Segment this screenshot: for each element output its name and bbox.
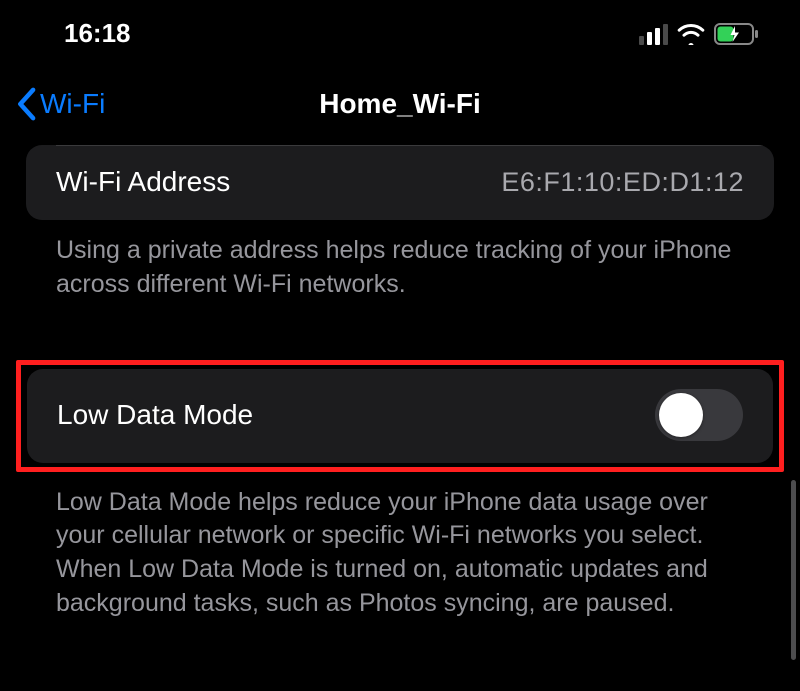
wifi-address-label: Wi-Fi Address — [56, 166, 230, 198]
wifi-address-footer: Using a private address helps reduce tra… — [26, 220, 774, 302]
low-data-mode-footer: Low Data Mode helps reduce your iPhone d… — [26, 472, 774, 621]
status-bar: 16:18 — [0, 0, 800, 61]
toggle-knob — [659, 393, 703, 437]
page-title: Home_Wi-Fi — [0, 88, 800, 120]
wifi-address-row[interactable]: Wi-Fi Address E6:F1:10:ED:D1:12 — [26, 146, 774, 220]
low-data-mode-row[interactable]: Low Data Mode — [27, 369, 773, 463]
scroll-indicator[interactable] — [791, 480, 796, 660]
wifi-address-group: Wi-Fi Address E6:F1:10:ED:D1:12 — [26, 145, 774, 220]
chevron-left-icon — [16, 87, 36, 121]
wifi-address-value: E6:F1:10:ED:D1:12 — [501, 167, 744, 198]
status-time: 16:18 — [64, 18, 131, 49]
low-data-mode-group: Low Data Mode — [27, 369, 773, 463]
battery-charging-icon — [714, 23, 760, 45]
cellular-signal-icon — [639, 23, 668, 45]
nav-bar: Wi-Fi Home_Wi-Fi — [0, 61, 800, 145]
back-label: Wi-Fi — [40, 88, 105, 120]
low-data-mode-toggle[interactable] — [655, 389, 743, 441]
back-button[interactable]: Wi-Fi — [16, 87, 105, 121]
wifi-icon — [676, 23, 706, 45]
highlighted-area: Low Data Mode — [16, 360, 784, 472]
status-right — [639, 23, 760, 45]
low-data-mode-label: Low Data Mode — [57, 399, 253, 431]
